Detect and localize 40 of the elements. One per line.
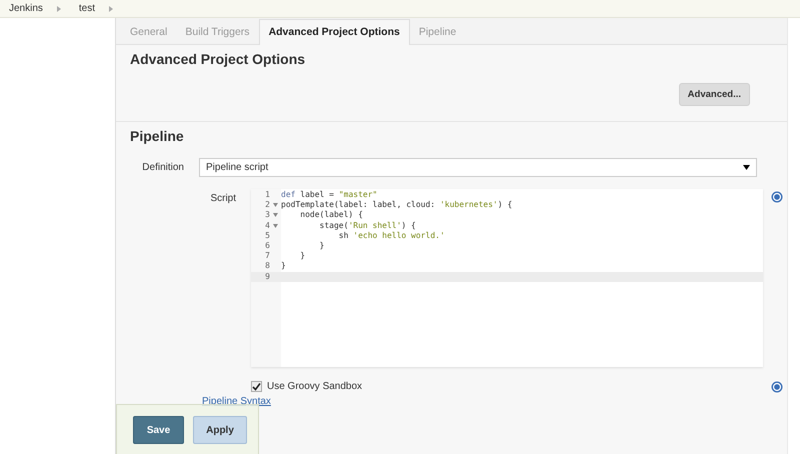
breadcrumb-link[interactable]: test: [78, 3, 96, 14]
line-number: 8: [264, 261, 270, 272]
code-line: }: [299, 251, 306, 260]
advanced-button[interactable]: Advanced...: [678, 83, 750, 106]
fold-icon[interactable]: [273, 203, 278, 208]
section-title: Advanced Project Options: [129, 50, 306, 67]
field-label: Script: [209, 192, 237, 204]
breadcrumb-link[interactable]: Jenkins: [9, 3, 43, 14]
apply-button[interactable]: Apply: [193, 416, 247, 444]
section-title: Pipeline: [129, 127, 185, 146]
caret-icon: [743, 165, 750, 170]
line-number: 4: [264, 220, 270, 231]
code-line: stage('Run shell') {: [318, 220, 416, 230]
fold-icon[interactable]: [273, 224, 278, 228]
help-icon[interactable]: [771, 191, 783, 203]
line-number: 9: [264, 272, 270, 282]
code-line: sh 'echo hello world.': [338, 230, 445, 240]
chevron-icon: [56, 6, 61, 12]
line-number: 3: [264, 210, 270, 221]
line-number: 7: [264, 251, 270, 262]
code-line: node(label) {: [299, 210, 363, 220]
line-number: 5: [264, 230, 270, 241]
code-line: def label = "master": [281, 190, 378, 199]
definition-dropdown[interactable]: Pipeline script: [199, 158, 757, 177]
help-icon[interactable]: [771, 381, 783, 393]
chevron-icon: [109, 6, 114, 12]
save-button[interactable]: Save: [133, 416, 184, 444]
line-number: 2: [264, 200, 270, 210]
code-line: podTemplate(label: label, cloud: 'kubernetes') {: [281, 200, 512, 210]
line-number: 1: [264, 190, 270, 200]
tab[interactable]: Advanced Project Options: [258, 19, 410, 45]
code-editor[interactable]: 1 def label = "master" 2 podTemplate(label: label, cloud: 'kubernetes') { 3 node(label) { 4 stage('Run shell') { 5 sh 'echo hello world.' 6 } 7 } 8 } 9: [251, 189, 763, 367]
code-line: }: [318, 240, 324, 250]
line-number: 6: [264, 240, 270, 252]
sandbox-checkbox[interactable]: [251, 380, 262, 392]
field-label: Definition: [141, 162, 185, 173]
code-line: }: [281, 261, 286, 270]
fold-icon[interactable]: [273, 213, 278, 218]
pipeline-syntax-link[interactable]: Pipeline Syntax: [202, 396, 271, 407]
checkbox-label: Use Groovy Sandbox: [267, 380, 362, 392]
